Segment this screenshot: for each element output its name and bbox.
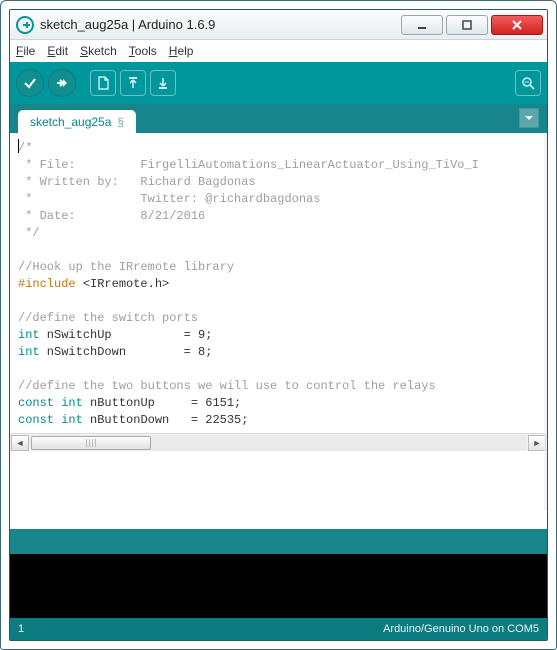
tab-menu-button[interactable] [519, 108, 539, 128]
menu-edit[interactable]: Edit [47, 44, 68, 58]
upload-button[interactable] [48, 69, 76, 97]
hscroll-left-button[interactable]: ◄ [11, 435, 29, 451]
status-bar: 1 Arduino/Genuino Uno on COM5 [10, 618, 547, 640]
menubar: File Edit Sketch Tools Help [10, 40, 547, 62]
menu-help[interactable]: Help [169, 44, 194, 58]
new-sketch-button[interactable] [90, 70, 116, 96]
horizontal-scrollbar[interactable]: ◄ ► [10, 433, 547, 451]
verify-button[interactable] [16, 69, 44, 97]
menu-tools[interactable]: Tools [129, 44, 157, 58]
toolbar [10, 62, 547, 104]
vscroll-edge [543, 133, 547, 511]
tab-modified-indicator: § [117, 115, 124, 129]
status-board-port: Arduino/Genuino Uno on COM5 [383, 623, 539, 635]
arduino-app-icon [16, 16, 34, 34]
close-button[interactable] [491, 15, 543, 35]
window-controls [401, 15, 543, 35]
minimize-button[interactable] [401, 15, 443, 35]
tab-label: sketch_aug25a [30, 115, 111, 129]
menu-sketch[interactable]: Sketch [80, 44, 117, 58]
hscroll-track[interactable] [31, 435, 526, 451]
code-content[interactable]: /* * File: FirgelliAutomations_LinearAct… [10, 133, 547, 433]
maximize-button[interactable] [446, 15, 488, 35]
titlebar[interactable]: sketch_aug25a | Arduino 1.6.9 [10, 10, 547, 40]
open-sketch-button[interactable] [120, 70, 146, 96]
status-line-number: 1 [18, 623, 24, 635]
sketch-tab[interactable]: sketch_aug25a § [18, 110, 136, 133]
menu-file[interactable]: File [16, 44, 35, 58]
tab-strip: sketch_aug25a § [10, 104, 547, 133]
save-sketch-button[interactable] [150, 70, 176, 96]
console-output[interactable] [10, 554, 547, 618]
inner-frame: sketch_aug25a | Arduino 1.6.9 File Edit … [9, 9, 548, 641]
application-window: sketch_aug25a | Arduino 1.6.9 File Edit … [0, 0, 557, 650]
serial-monitor-button[interactable] [515, 70, 541, 96]
code-editor[interactable]: /* * File: FirgelliAutomations_LinearAct… [10, 133, 547, 530]
message-area [10, 530, 547, 554]
window-title: sketch_aug25a | Arduino 1.6.9 [40, 17, 215, 32]
hscroll-thumb[interactable] [31, 436, 151, 450]
